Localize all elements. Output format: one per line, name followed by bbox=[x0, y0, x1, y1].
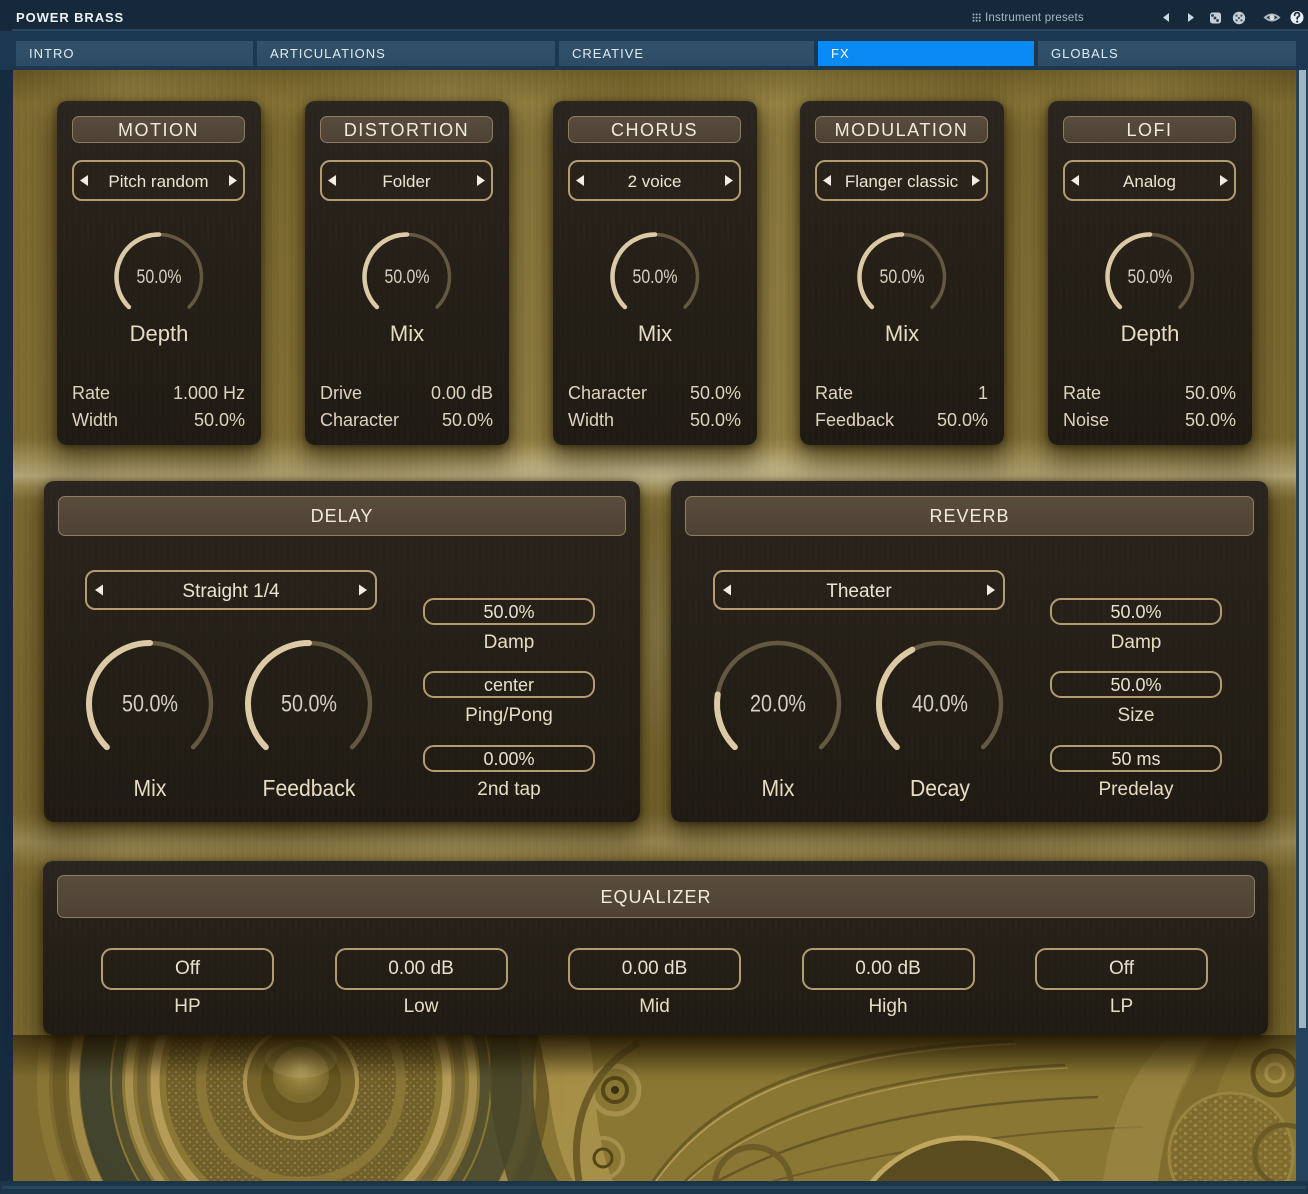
svg-text:50.0%: 50.0% bbox=[137, 266, 182, 288]
svg-text:50.0%: 50.0% bbox=[281, 691, 337, 718]
svg-text:40.0%: 40.0% bbox=[912, 691, 968, 718]
svg-text:50.0%: 50.0% bbox=[385, 266, 430, 288]
svg-text:50.0%: 50.0% bbox=[122, 691, 178, 718]
svg-text:50.0%: 50.0% bbox=[633, 266, 678, 288]
svg-text:50.0%: 50.0% bbox=[880, 266, 925, 288]
svg-text:50.0%: 50.0% bbox=[1128, 266, 1173, 288]
svg-text:20.0%: 20.0% bbox=[750, 691, 806, 718]
